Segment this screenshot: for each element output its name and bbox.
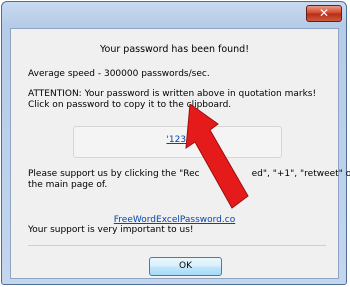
site-link[interactable]: FreeWordExcelPassword.co [11,215,338,225]
attention-text-1: ATTENTION: Your password is written abov… [28,89,317,99]
arrow-shape [185,104,249,209]
close-button[interactable]: ✕ [306,5,342,22]
divider [28,245,326,246]
speed-text: Average speed - 300000 passwords/sec. [28,69,210,79]
red-arrow-icon [185,104,249,209]
support-text-1-end: ed", "+1", "retweet" on [251,169,350,179]
result-heading: Your password has been found! [99,44,250,55]
ok-button[interactable]: OK [149,257,222,276]
closing-text: Your support is very important to us! [28,225,194,235]
close-icon: ✕ [318,6,330,20]
